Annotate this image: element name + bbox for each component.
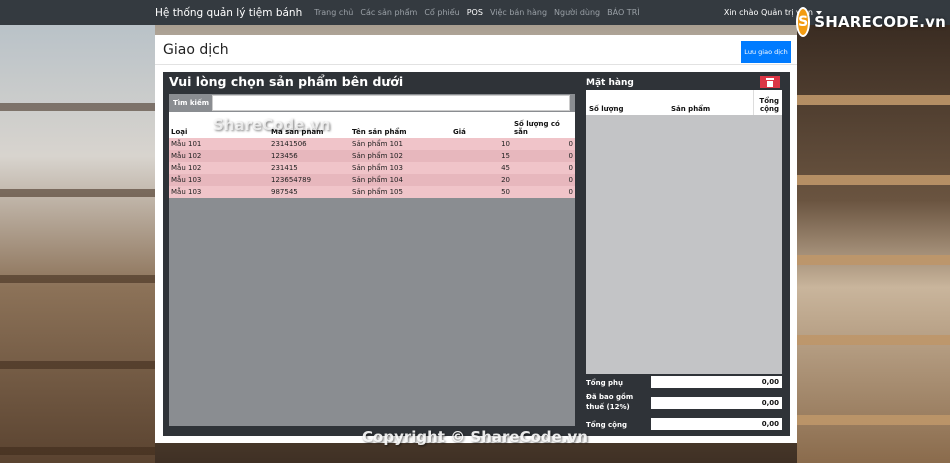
table-row[interactable]: Mẫu 103 123654789 Sản phẩm 104 20 0 (169, 174, 575, 186)
cell-ma: 123456 (271, 152, 298, 160)
nav-item-pos[interactable]: POS (467, 8, 483, 17)
cell-so-luong: 0 (568, 164, 573, 172)
cell-loai: Mẫu 103 (171, 176, 202, 184)
card-header: Giao dịch Lưu giao dịch (155, 35, 797, 65)
cell-gia: 15 (501, 152, 510, 160)
cart-header-row: Số lượng Sản phẩm Tổng cộng (586, 90, 782, 115)
cell-loai: Mẫu 102 (171, 164, 202, 172)
cell-gia: 50 (501, 188, 510, 196)
col-loai[interactable]: Loại (169, 112, 269, 138)
table-row[interactable]: Mẫu 101 23141506 Sản phẩm 101 10 0 (169, 138, 575, 150)
pos-panel: Vui lòng chọn sản phẩm bên dưới Tìm kiếm… (163, 72, 790, 436)
logo-text: SHARECODE.vn (814, 13, 946, 31)
nav-item-sales[interactable]: Việc bán hàng (490, 8, 547, 17)
search-label: Tìm kiếm (173, 99, 210, 107)
cell-gia: 20 (501, 176, 510, 184)
cell-loai: Mẫu 101 (171, 140, 202, 148)
col-so-luong[interactable]: Số lượng (586, 90, 668, 115)
background-shelves-right (797, 25, 950, 463)
cell-gia: 10 (501, 140, 510, 148)
background-shelves-left (0, 25, 155, 463)
products-table-area: Loại Mã sản phẩm Tên sản phẩm Giá Số lượ… (169, 112, 575, 426)
cell-loai: Mẫu 102 (171, 152, 202, 160)
total-value: 0,00 (651, 418, 782, 430)
subtotal-label: Tổng phụ (586, 379, 623, 387)
page-title: Giao dịch (163, 42, 229, 58)
cell-ma: 123654789 (271, 176, 312, 184)
cell-ten: Sản phẩm 101 (352, 140, 403, 148)
nav-item-users[interactable]: Người dùng (554, 8, 600, 17)
save-transaction-button[interactable]: Lưu giao dịch (741, 41, 791, 63)
search-row: Tìm kiếm (169, 94, 575, 112)
nav-item-home[interactable]: Trang chủ (314, 8, 353, 17)
tax-row: Đã bao gồm thuế (12%) 0,00 (586, 392, 782, 416)
cart-title: Mặt hàng (586, 78, 634, 88)
cell-so-luong: 0 (568, 176, 573, 184)
table-row[interactable]: Mẫu 103 987545 Sản phẩm 105 50 0 (169, 186, 575, 198)
tax-label: Đã bao gồm thuế (12%) (586, 393, 634, 411)
cell-gia: 45 (501, 164, 510, 172)
transaction-card: Giao dịch Lưu giao dịch Vui lòng chọn sả… (155, 35, 797, 443)
cell-loai: Mẫu 103 (171, 188, 202, 196)
col-ma-san-pham[interactable]: Mã sản phẩm (269, 112, 350, 138)
total-row: Tổng cộng 0,00 (586, 418, 782, 432)
col-san-pham[interactable]: Sản phẩm (668, 90, 753, 115)
subtotal-row: Tổng phụ 0,00 (586, 376, 782, 390)
sharecode-logo: S SHARECODE.vn (796, 4, 946, 40)
trash-icon (766, 77, 774, 87)
nav-item-products[interactable]: Các sản phẩm (360, 8, 417, 17)
logo-s-icon: S (796, 7, 811, 37)
cell-ten: Sản phẩm 104 (352, 176, 403, 184)
cell-ten: Sản phẩm 105 (352, 188, 403, 196)
products-table: Loại Mã sản phẩm Tên sản phẩm Giá Số lượ… (169, 112, 575, 198)
subtotal-value: 0,00 (651, 376, 782, 388)
total-label: Tổng cộng (586, 421, 627, 429)
search-input[interactable] (212, 95, 570, 111)
cell-so-luong: 0 (568, 152, 573, 160)
products-title: Vui lòng chọn sản phẩm bên dưới (169, 74, 404, 89)
cell-so-luong: 0 (568, 140, 573, 148)
col-so-luong[interactable]: Số lượng có sẵn (512, 112, 575, 138)
col-gia[interactable]: Giá (451, 112, 512, 138)
cell-so-luong: 0 (568, 188, 573, 196)
col-ten-san-pham[interactable]: Tên sản phẩm (350, 112, 451, 138)
cell-ten: Sản phẩm 103 (352, 164, 403, 172)
cart-table: Số lượng Sản phẩm Tổng cộng (586, 90, 782, 115)
table-row[interactable]: Mẫu 102 231415 Sản phẩm 103 45 0 (169, 162, 575, 174)
nav-item-maintenance[interactable]: BÁO TRÌ (607, 8, 639, 17)
cell-ten: Sản phẩm 102 (352, 152, 403, 160)
navbar-brand[interactable]: Hệ thống quản lý tiệm bánh (155, 7, 302, 19)
nav-item-stocks[interactable]: Cổ phiếu (424, 8, 459, 17)
tax-value: 0,00 (651, 397, 782, 409)
cell-ma: 231415 (271, 164, 298, 172)
table-row[interactable]: Mẫu 102 123456 Sản phẩm 102 15 0 (169, 150, 575, 162)
products-header-row: Loại Mã sản phẩm Tên sản phẩm Giá Số lượ… (169, 112, 575, 138)
cell-ma: 23141506 (271, 140, 307, 148)
col-tong-cong[interactable]: Tổng cộng (752, 90, 782, 115)
clear-cart-button[interactable] (760, 76, 780, 88)
cell-ma: 987545 (271, 188, 298, 196)
cart-table-area: Số lượng Sản phẩm Tổng cộng (586, 90, 782, 374)
